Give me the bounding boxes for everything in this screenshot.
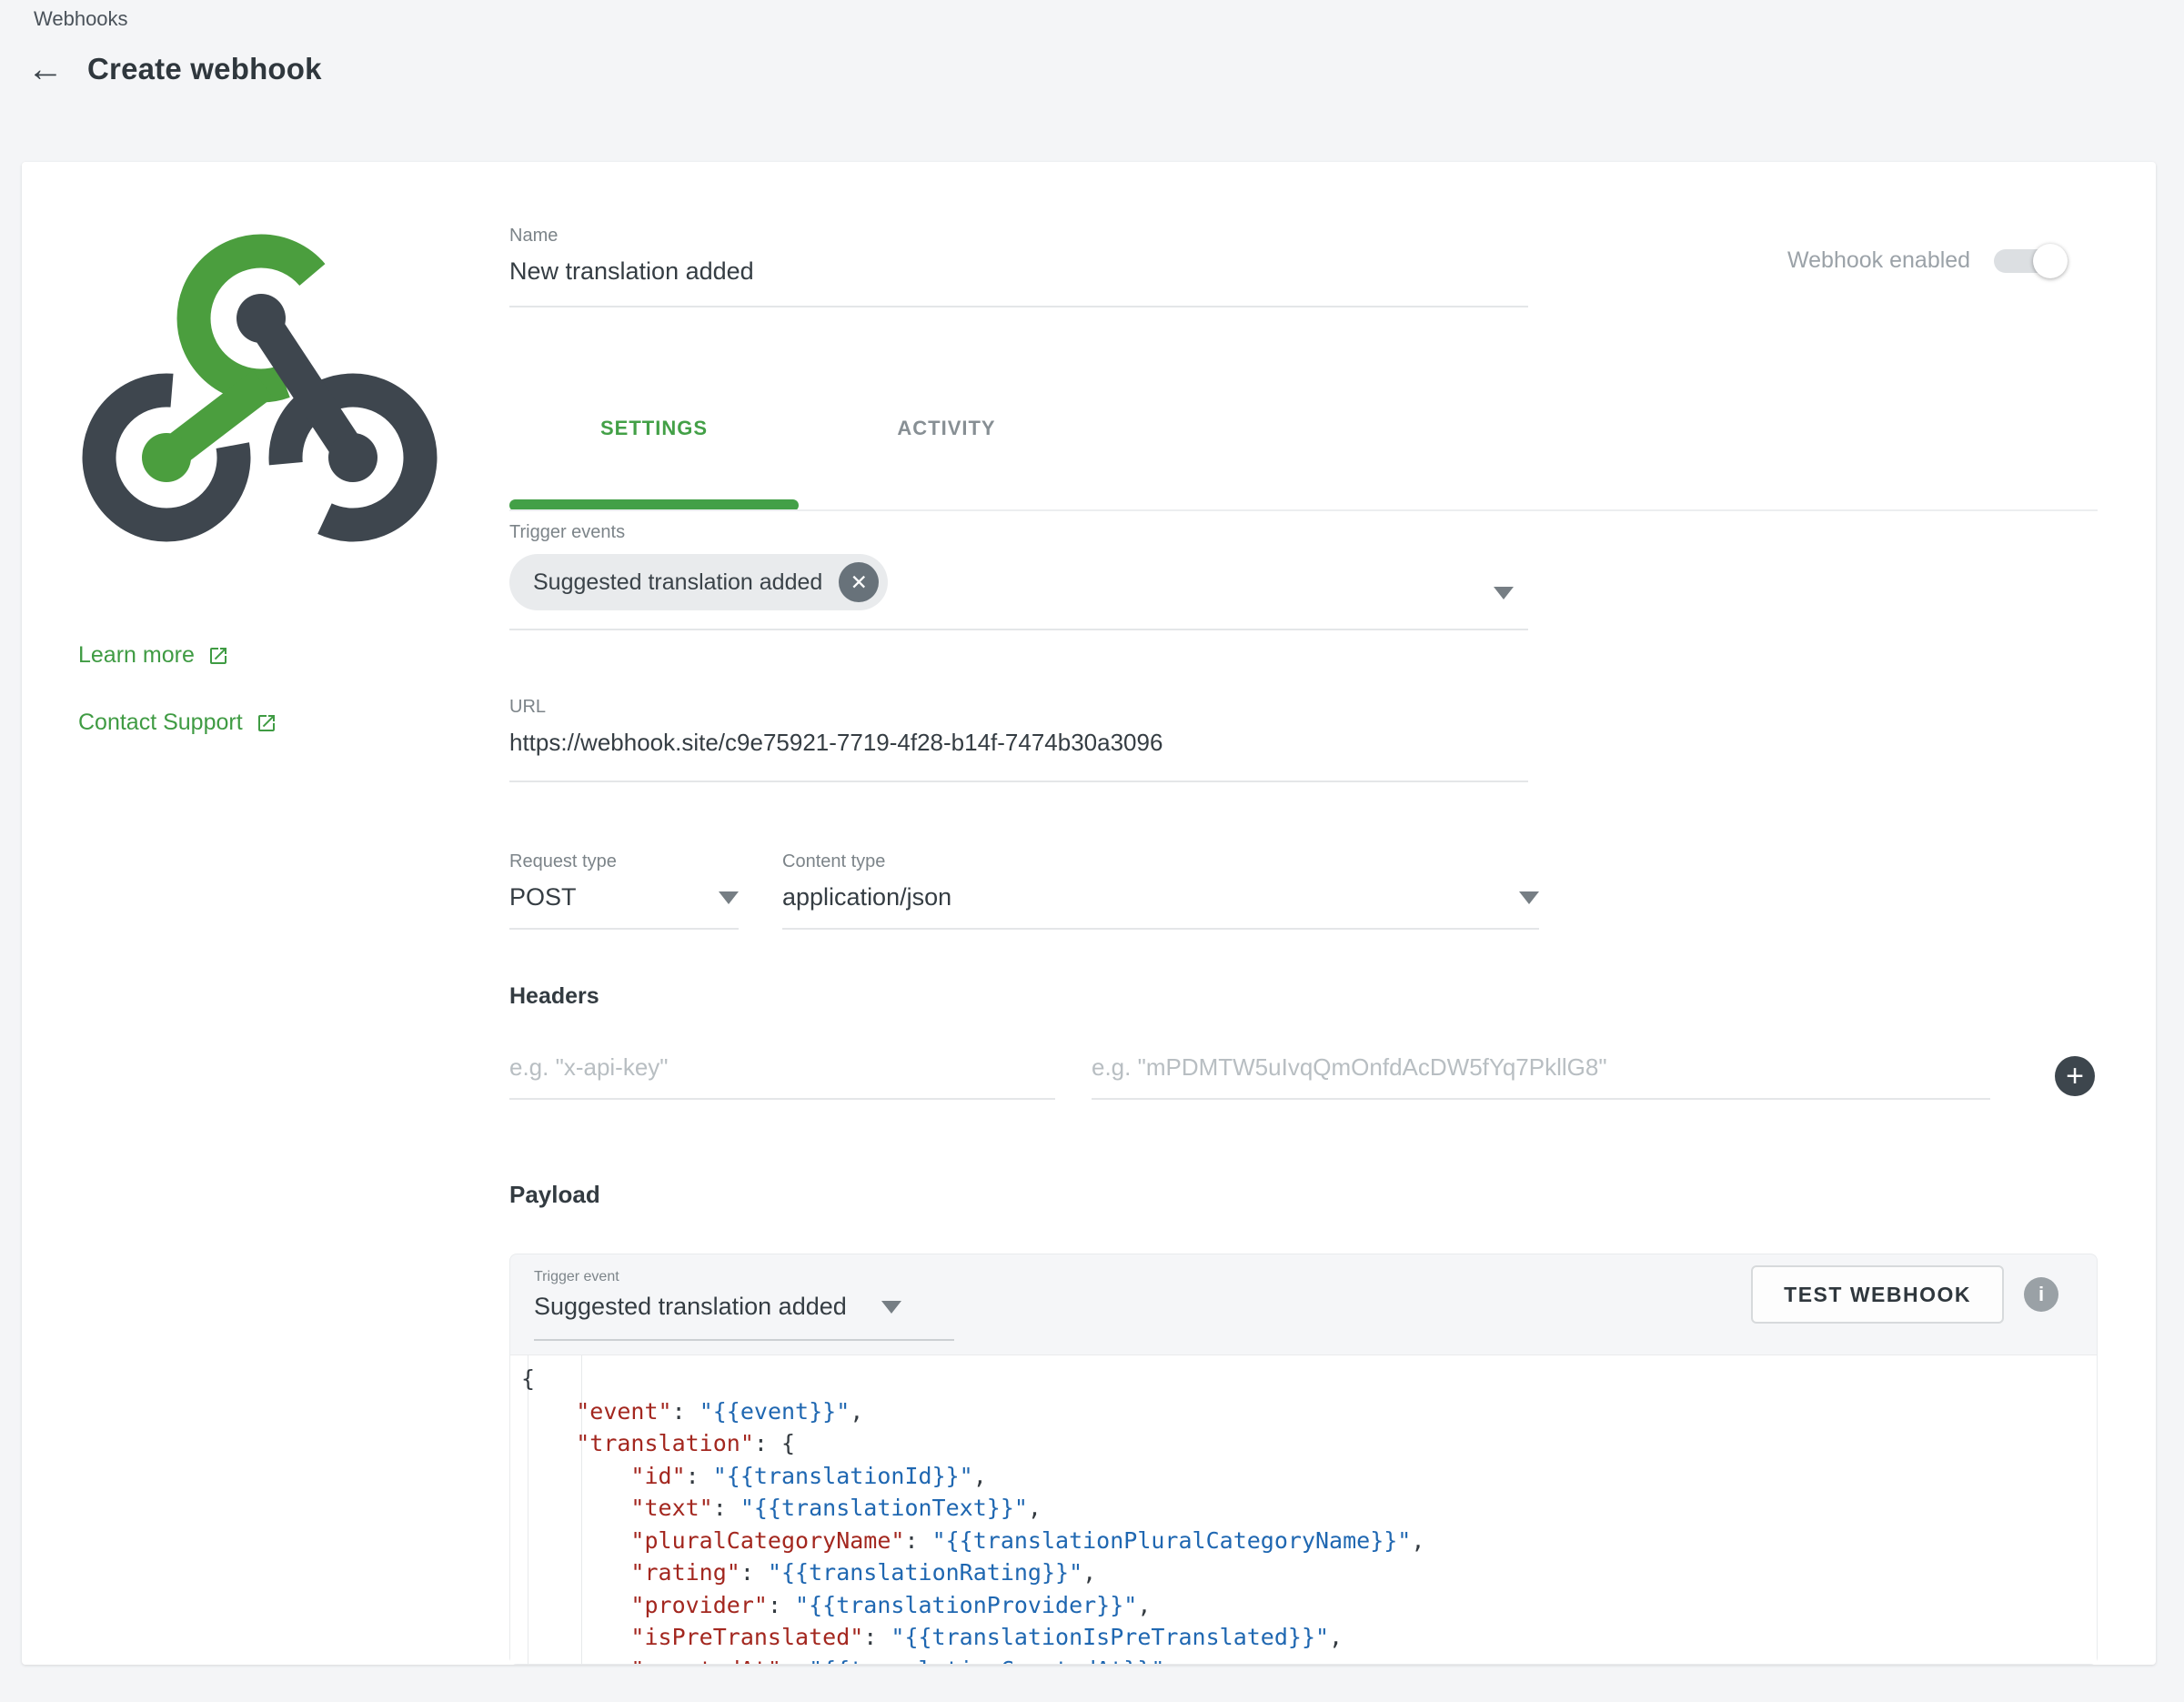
code-line: "id": "{{translationId}}", xyxy=(521,1460,2097,1493)
webhook-enabled-toggle[interactable] xyxy=(1994,249,2063,273)
request-type-select[interactable]: POST xyxy=(509,883,739,930)
name-input[interactable]: New translation added xyxy=(509,257,1528,286)
tab-bar: SETTINGS ACTIVITY xyxy=(509,409,1094,448)
info-icon[interactable]: i xyxy=(2024,1277,2058,1312)
test-webhook-button[interactable]: TEST WEBHOOK xyxy=(1751,1265,2004,1324)
code-line: "event": "{{event}}", xyxy=(521,1395,2097,1428)
tab-settings[interactable]: SETTINGS xyxy=(509,409,799,448)
content-type-group: Content type application/json xyxy=(782,851,1539,930)
learn-more-label: Learn more xyxy=(78,642,195,669)
name-label: Name xyxy=(509,226,1528,247)
request-type-label: Request type xyxy=(509,851,739,872)
code-line: "translation": { xyxy=(521,1427,2097,1460)
trigger-events-select[interactable]: Suggested translation added ✕ xyxy=(509,543,1528,630)
tab-activity[interactable]: ACTIVITY xyxy=(799,409,1094,448)
header-key-field xyxy=(509,1026,1055,1100)
contact-support-label: Contact Support xyxy=(78,710,243,736)
header-key-input[interactable] xyxy=(509,1026,1055,1100)
payload-panel-header: Trigger event Suggested translation adde… xyxy=(510,1254,2097,1355)
contact-support-link[interactable]: Contact Support xyxy=(78,710,277,736)
toggle-knob xyxy=(2033,244,2068,278)
chevron-down-icon[interactable] xyxy=(1494,587,1514,599)
external-link-icon xyxy=(256,712,277,734)
chip-remove-icon[interactable]: ✕ xyxy=(839,562,879,602)
content-type-label: Content type xyxy=(782,851,1539,872)
headers-heading: Headers xyxy=(509,983,599,1010)
payload-heading: Payload xyxy=(509,1181,600,1209)
header-value-field xyxy=(1092,1026,1990,1100)
name-field-group: Name New translation added xyxy=(509,226,1528,307)
code-line: "text": "{{translationText}}", xyxy=(521,1492,2097,1525)
page-header: ← Create webhook xyxy=(27,51,322,87)
code-line: "rating": "{{translationRating}}", xyxy=(521,1556,2097,1589)
trigger-event-chip: Suggested translation added ✕ xyxy=(509,554,888,610)
page-title: Create webhook xyxy=(87,52,322,86)
chevron-down-icon xyxy=(719,891,739,904)
chip-label: Suggested translation added xyxy=(533,569,822,596)
webhook-enabled-row: Webhook enabled xyxy=(1787,247,2063,274)
payload-panel: Trigger event Suggested translation adde… xyxy=(509,1254,2098,1665)
request-type-group: Request type POST xyxy=(509,851,739,930)
code-line: "createdAt": "{{translationCreatedAt}}", xyxy=(521,1654,2097,1665)
webhook-logo-icon xyxy=(78,218,442,582)
request-type-value: POST xyxy=(509,883,577,911)
url-field-group: URL https://webhook.site/c9e75921-7719-4… xyxy=(509,697,1528,782)
code-line: "pluralCategoryName": "{{translationPlur… xyxy=(521,1525,2097,1557)
code-line: "provider": "{{translationProvider}}", xyxy=(521,1589,2097,1622)
code-line: "isPreTranslated": "{{translationIsPreTr… xyxy=(521,1621,2097,1654)
chevron-down-icon xyxy=(1519,891,1539,904)
tab-divider xyxy=(509,509,2098,511)
payload-select-underline xyxy=(534,1339,954,1341)
payload-trigger-event-value: Suggested translation added xyxy=(534,1293,847,1321)
back-arrow-icon[interactable]: ← xyxy=(27,51,64,87)
content-type-value: application/json xyxy=(782,883,951,911)
add-header-button[interactable]: + xyxy=(2055,1056,2095,1096)
webhook-enabled-label: Webhook enabled xyxy=(1787,247,1970,274)
trigger-events-group: Trigger events Suggested translation add… xyxy=(509,522,1528,630)
content-type-select[interactable]: application/json xyxy=(782,883,1539,930)
payload-code[interactable]: { "event": "{{event}}", "translation": {… xyxy=(510,1355,2097,1664)
header-value-input[interactable] xyxy=(1092,1026,1990,1100)
trigger-events-label: Trigger events xyxy=(509,522,1528,543)
create-webhook-card: Learn more Contact Support Name New tran… xyxy=(22,162,2156,1665)
url-input[interactable]: https://webhook.site/c9e75921-7719-4f28-… xyxy=(509,729,1528,757)
breadcrumb[interactable]: Webhooks xyxy=(34,7,128,31)
chevron-down-icon xyxy=(881,1301,901,1314)
external-link-icon xyxy=(207,645,229,667)
url-label: URL xyxy=(509,697,1528,718)
learn-more-link[interactable]: Learn more xyxy=(78,642,229,669)
code-line: { xyxy=(521,1363,2097,1395)
